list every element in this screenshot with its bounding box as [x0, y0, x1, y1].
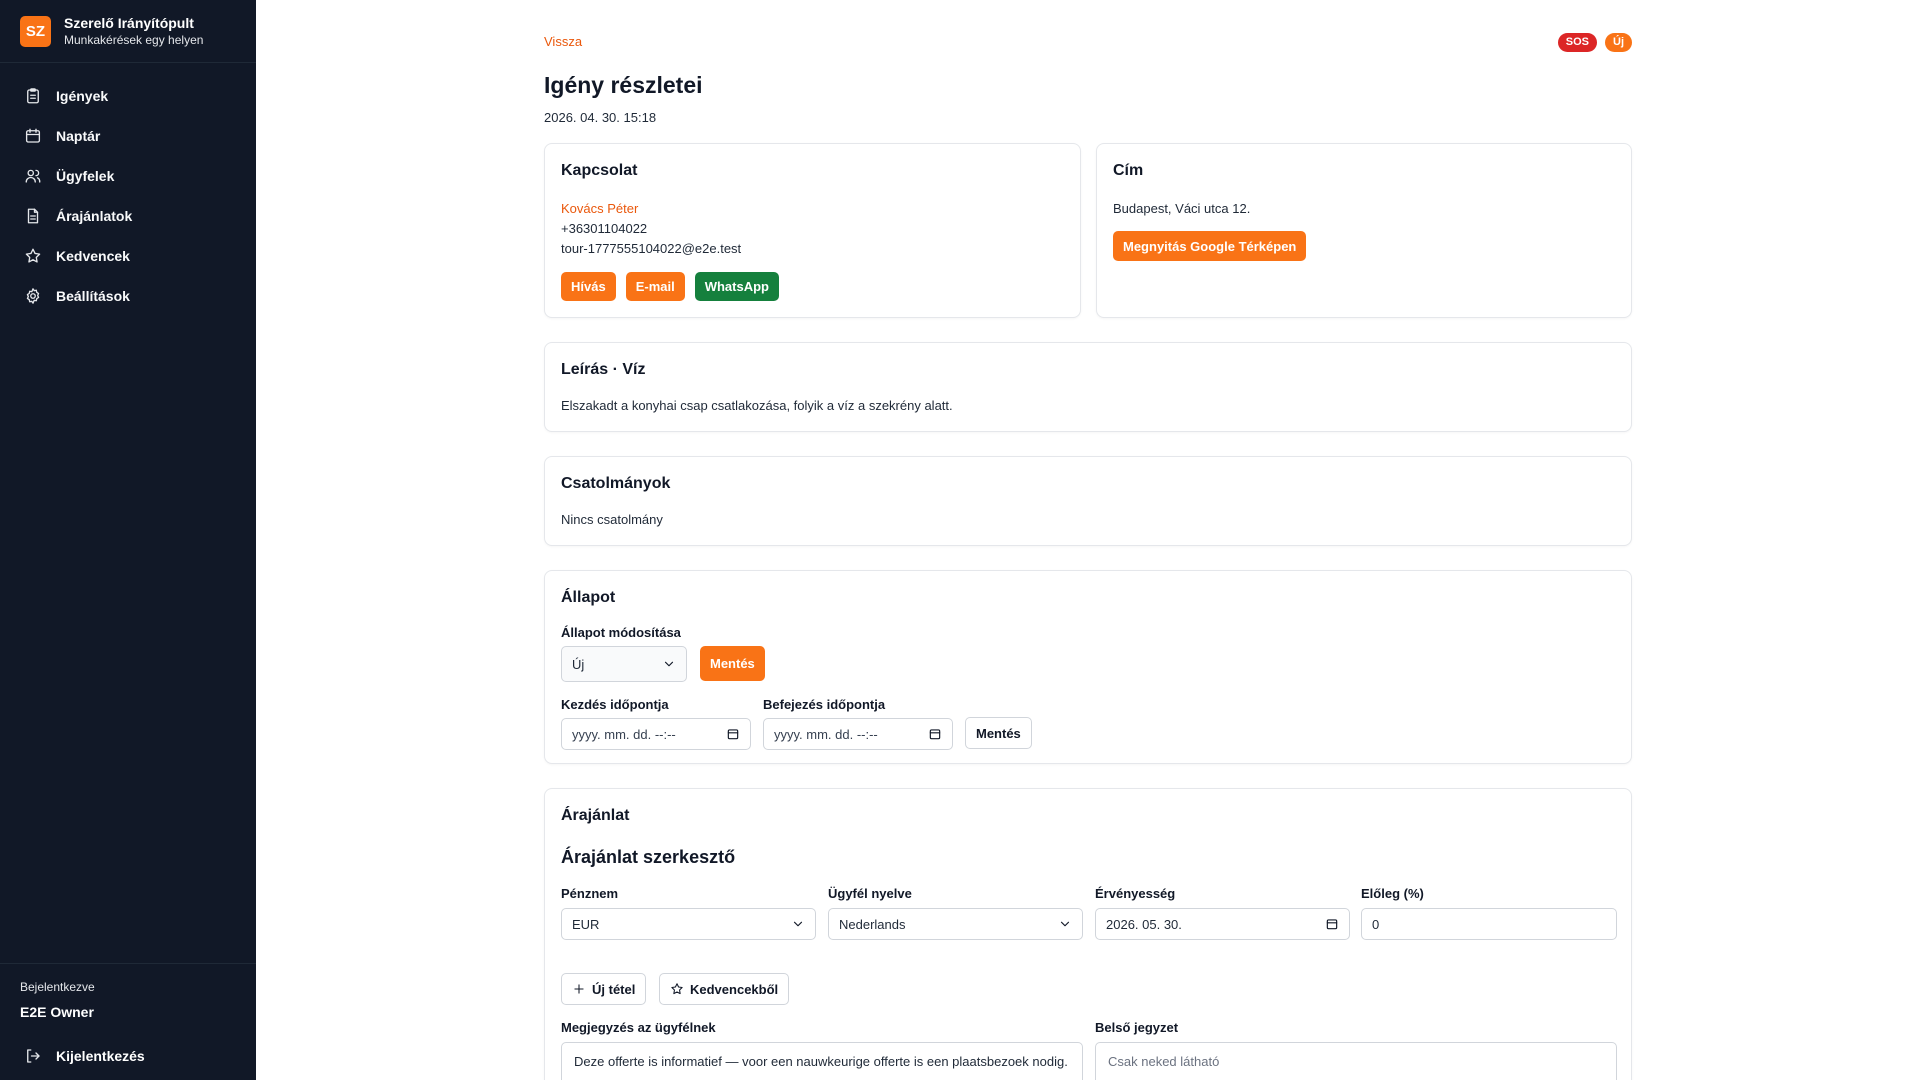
page-title: Igény részletei — [544, 72, 703, 98]
quote-card-title: Árajánlat — [561, 807, 630, 824]
calendar-icon — [929, 729, 941, 740]
logged-in-label: Bejelentkezve — [20, 980, 95, 994]
new-badge: Új — [1605, 33, 1632, 52]
sidebar-item-ugyfelek[interactable]: Ügyfelek — [0, 156, 256, 196]
save-times-button[interactable]: Mentés — [965, 717, 1032, 749]
end-time-input[interactable]: yyyy. mm. dd. --:-- — [763, 718, 953, 750]
start-time-input[interactable]: yyyy. mm. dd. --:-- — [561, 718, 751, 750]
sidebar-item-label: Beállítások — [56, 288, 130, 304]
back-link[interactable]: Vissza — [544, 34, 582, 49]
star-icon — [671, 983, 683, 995]
sidebar: SZ Szerelő Irányítópult Munkakérések egy… — [0, 0, 256, 1080]
sidebar-item-label: Igények — [56, 88, 109, 104]
validity-date-input[interactable]: 2026. 05. 30. — [1095, 908, 1350, 940]
contact-card: Kapcsolat Kovács Péter +36301104022 tour… — [544, 143, 1081, 318]
sidebar-nav: Igények Naptár Ügyfelek Árajánlatok Kedv… — [0, 63, 256, 316]
deposit-value: 0 — [1372, 916, 1380, 932]
sidebar-item-arajanlatok[interactable]: Árajánlatok — [0, 196, 256, 236]
language-select[interactable]: Nederlands — [828, 908, 1083, 940]
chevron-down-icon — [1060, 921, 1070, 927]
validity-label: Érvényesség — [1095, 886, 1176, 901]
sos-badge: SOS — [1557, 33, 1597, 52]
brand[interactable]: SZ Szerelő Irányítópult Munkakérések egy… — [0, 0, 256, 63]
account-panel: Bejelentkezve E2E Owner Kijelentkezés — [0, 963, 256, 1080]
sidebar-item-label: Naptár — [56, 128, 101, 144]
new-item-label: Új tétel — [592, 981, 636, 997]
favorites-button[interactable]: Kedvencekből — [659, 973, 790, 1005]
brand-subtitle: Munkakérések egy helyen — [64, 33, 204, 47]
status-save-button[interactable]: Mentés — [700, 646, 765, 681]
contact-actions: Hívás E-mail WhatsApp — [561, 272, 779, 301]
logged-in-user: E2E Owner — [20, 1004, 94, 1020]
end-time-label: Befejezés időpontja — [763, 697, 886, 712]
contact-email: tour-1777555104022@e2e.test — [561, 241, 742, 256]
description-card-title: Leírás · Víz — [561, 361, 646, 378]
contact-phone: +36301104022 — [561, 221, 648, 236]
brand-title: Szerelő Irányítópult — [64, 15, 194, 31]
status-badges: SOS Új — [1557, 33, 1632, 52]
status-card: Állapot Állapot módosítása Új Mentés Kez… — [544, 570, 1632, 764]
customer-note-textarea[interactable]: Deze offerte is informatief — voor een n… — [561, 1042, 1083, 1080]
sidebar-item-label: Ügyfelek — [56, 168, 115, 184]
clipboard-icon — [27, 88, 39, 104]
contact-card-title: Kapcsolat — [561, 162, 638, 179]
deposit-label: Előleg (%) — [1361, 886, 1424, 901]
status-card-title: Állapot — [561, 589, 616, 606]
deposit-input[interactable]: 0 — [1361, 908, 1617, 940]
internal-note-label: Belső jegyzet — [1095, 1020, 1179, 1035]
description-card: Leírás · Víz Elszakadt a konyhai csap cs… — [544, 342, 1632, 432]
star-icon — [25, 248, 41, 263]
address-card-title: Cím — [1113, 162, 1144, 179]
validity-value: 2026. 05. 30. — [1106, 916, 1182, 932]
sidebar-item-label: Árajánlatok — [56, 208, 133, 224]
quote-card: Árajánlat Árajánlat szerkesztő Pénznem E… — [544, 788, 1632, 1080]
status-select-value: Új — [572, 656, 585, 672]
attachments-card: Csatolmányok Nincs csatolmány — [544, 456, 1632, 546]
language-value: Nederlands — [839, 916, 906, 932]
internal-note-textarea[interactable]: Csak neked látható — [1095, 1042, 1617, 1080]
sidebar-item-beallitasok[interactable]: Beállítások — [0, 276, 256, 316]
currency-select[interactable]: EUR — [561, 908, 816, 940]
attachments-empty: Nincs csatolmány — [561, 512, 663, 527]
description-text: Elszakadt a konyhai csap csatlakozása, f… — [561, 398, 953, 413]
chevron-down-icon — [664, 661, 674, 667]
status-change-label: Állapot módosítása — [561, 625, 681, 640]
start-time-placeholder: yyyy. mm. dd. --:-- — [572, 726, 676, 742]
address-value: Budapest, Váci utca 12. — [1113, 201, 1251, 216]
currency-value: EUR — [572, 916, 600, 932]
users-icon — [25, 169, 41, 183]
contact-name-link[interactable]: Kovács Péter — [561, 201, 638, 216]
calendar-icon — [727, 729, 739, 740]
status-select[interactable]: Új — [561, 646, 687, 682]
sidebar-item-kedvencek[interactable]: Kedvencek — [0, 236, 256, 276]
chevron-down-icon — [793, 921, 803, 927]
logout-icon — [27, 1049, 40, 1063]
currency-label: Pénznem — [561, 886, 619, 901]
sidebar-item-igenyek[interactable]: Igények — [0, 76, 256, 116]
sidebar-item-label: Kedvencek — [56, 248, 130, 264]
attachments-card-title: Csatolmányok — [561, 475, 671, 492]
whatsapp-button[interactable]: WhatsApp — [694, 272, 779, 301]
favorites-label: Kedvencekből — [690, 981, 779, 997]
new-item-button[interactable]: Új tétel — [561, 973, 647, 1005]
request-date: 2026. 04. 30. 15:18 — [544, 110, 657, 125]
end-time-placeholder: yyyy. mm. dd. --:-- — [774, 726, 878, 742]
gear-icon — [26, 288, 40, 304]
email-button[interactable]: E-mail — [625, 272, 685, 301]
calendar-icon — [25, 128, 41, 143]
logout-button[interactable]: Kijelentkezés — [20, 1042, 236, 1070]
customer-note-label: Megjegyzés az ügyfélnek — [561, 1020, 716, 1035]
address-card: Cím Budapest, Váci utca 12. Megnyitás Go… — [1096, 143, 1632, 318]
sidebar-item-naptar[interactable]: Naptár — [0, 116, 256, 156]
language-label: Ügyfél nyelve — [828, 886, 912, 901]
plus-icon — [574, 984, 584, 994]
open-map-button[interactable]: Megnyitás Google Térképen — [1113, 231, 1307, 261]
call-button[interactable]: Hívás — [561, 272, 616, 301]
calendar-icon — [1326, 919, 1338, 930]
brand-logo: SZ — [20, 15, 51, 47]
quote-editor-title: Árajánlat szerkesztő — [561, 847, 736, 867]
document-icon — [27, 208, 39, 224]
start-time-label: Kezdés időpontja — [561, 697, 669, 712]
logout-label: Kijelentkezés — [56, 1048, 145, 1064]
